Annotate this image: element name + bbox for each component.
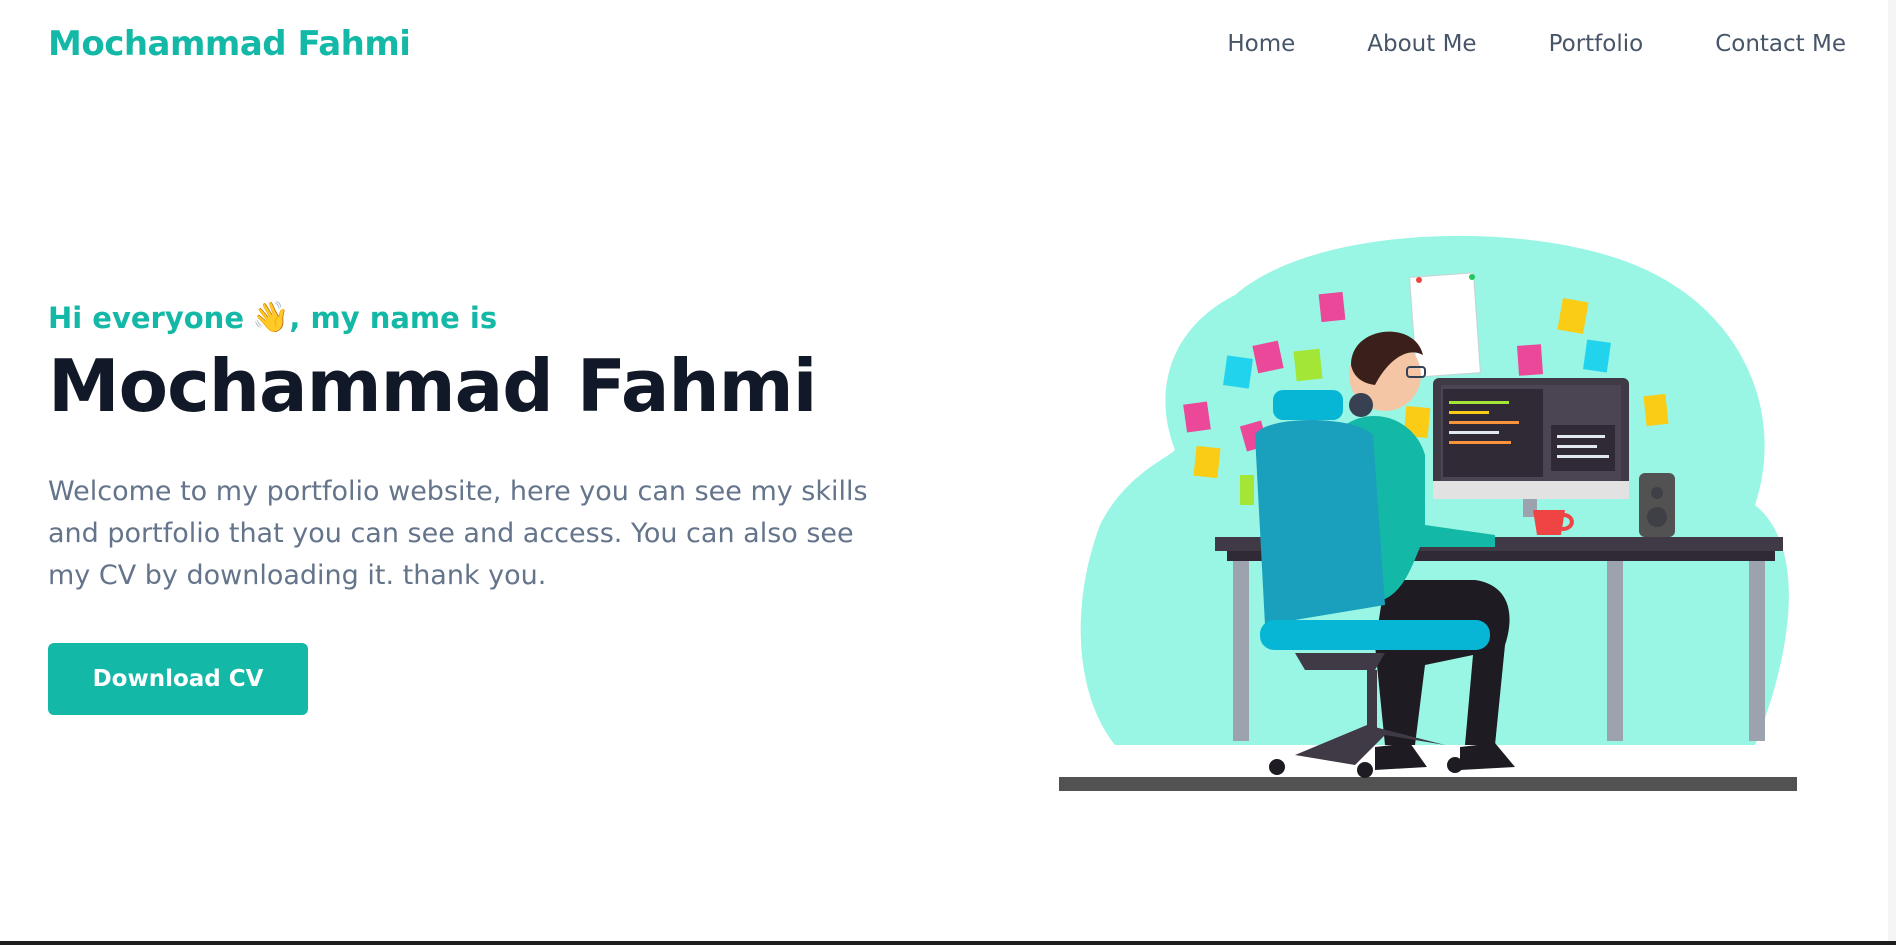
brand-logo[interactable]: Mochammad Fahmi	[48, 24, 411, 64]
sticky-note	[1183, 401, 1211, 433]
navbar: Mochammad Fahmi Home About Me Portfolio …	[0, 0, 1896, 88]
chair-headrest	[1273, 390, 1343, 420]
chair-seat	[1260, 620, 1490, 650]
speaker	[1639, 473, 1675, 537]
greeting-suffix: , my name is	[289, 300, 498, 335]
hero-name: Mochammad Fahmi	[48, 344, 817, 428]
waving-hand-icon: 👋	[252, 300, 290, 335]
coffee-cup	[1533, 510, 1565, 535]
sticky-note	[1557, 297, 1589, 335]
chair-back	[1255, 420, 1385, 625]
download-cv-button[interactable]: Download CV	[48, 642, 308, 715]
bottom-edge	[0, 941, 1896, 945]
person-at-desk-illustration	[1059, 235, 1797, 791]
greeting-prefix: Hi everyone	[48, 300, 244, 335]
nav-home[interactable]: Home	[1227, 31, 1295, 57]
nav-contact-me[interactable]: Contact Me	[1715, 31, 1846, 57]
nav-about-me[interactable]: About Me	[1367, 31, 1476, 57]
hero-greeting: Hi everyone 👋 , my name is	[48, 300, 888, 335]
sticky-note	[1240, 475, 1254, 505]
paper-note	[1409, 272, 1481, 378]
hero-intro: Welcome to my portfolio website, here yo…	[48, 475, 868, 591]
scrollbar-track[interactable]	[1888, 0, 1896, 941]
sticky-note	[1516, 344, 1544, 376]
sticky-note	[1643, 393, 1669, 427]
sticky-note	[1583, 339, 1611, 373]
sticky-note	[1293, 348, 1323, 382]
sticky-note	[1193, 445, 1221, 479]
hero-illustration	[1055, 225, 1815, 795]
nav-portfolio[interactable]: Portfolio	[1549, 31, 1644, 57]
sticky-note	[1223, 355, 1253, 389]
sticky-note	[1318, 291, 1346, 323]
main-nav: Home About Me Portfolio Contact Me	[1227, 31, 1846, 57]
hero-section: Hi everyone 👋 , my name is Mochammad Fah…	[48, 300, 888, 715]
floor	[1059, 777, 1797, 791]
